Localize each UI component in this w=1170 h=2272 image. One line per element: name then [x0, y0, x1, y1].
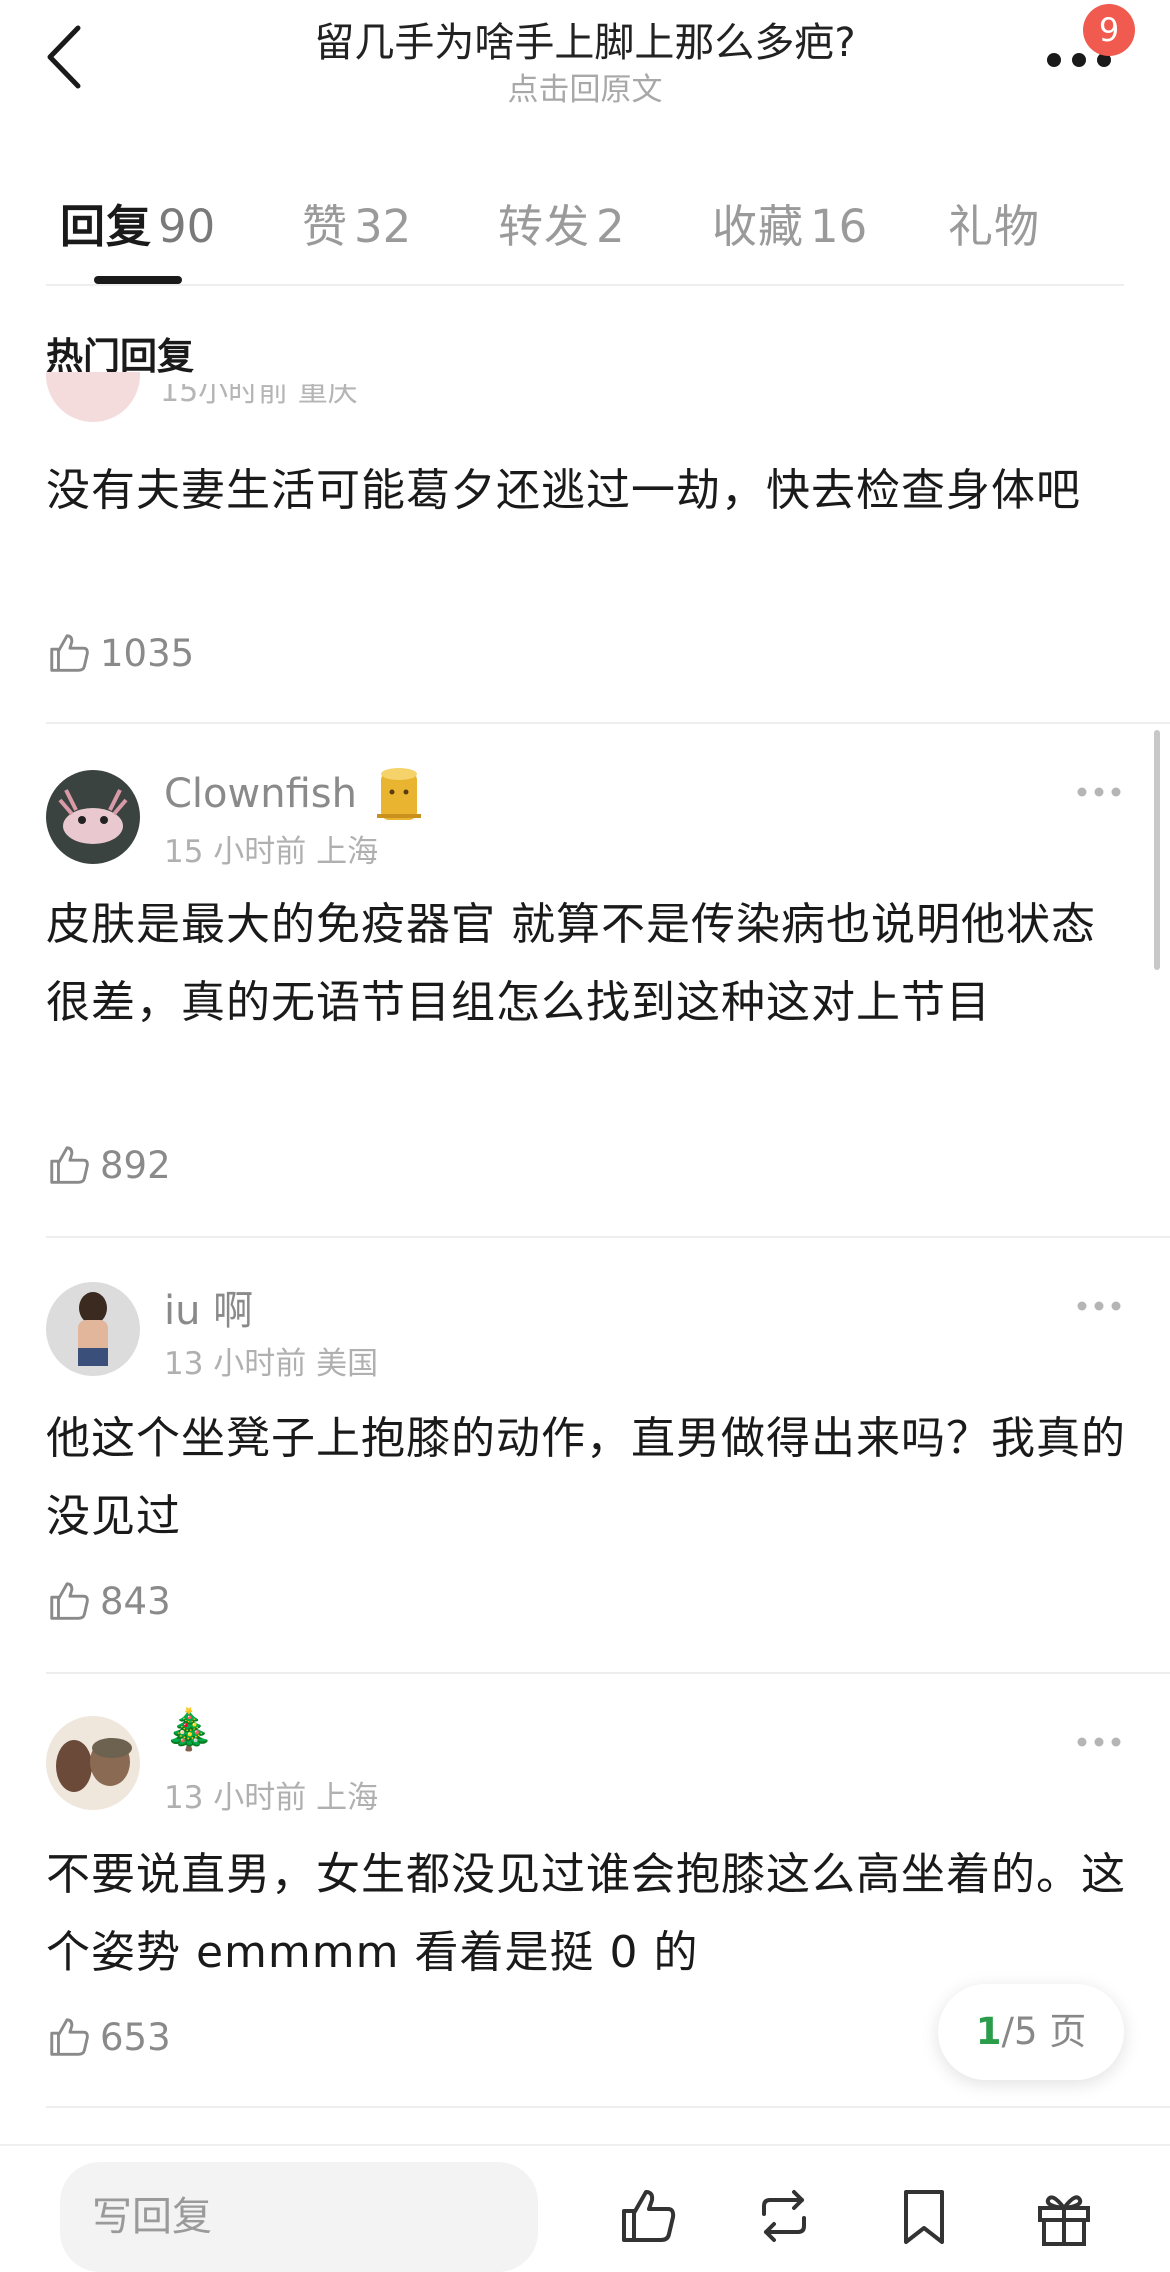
bookmark-icon[interactable]	[892, 2184, 956, 2248]
thumbs-up-icon	[50, 2018, 89, 2056]
username[interactable]: Clownfish	[164, 764, 427, 824]
page-indicator[interactable]: 1/5 页	[938, 1984, 1124, 2080]
like-button[interactable]: 653	[46, 2012, 171, 2062]
thumbs-up-icon	[50, 1582, 89, 1620]
comment-text: 皮肤是最大的免疫器官 就算不是传染病也说明他状态很差，真的无语节目组怎么找到这种…	[46, 899, 1096, 1028]
comment-divider	[46, 722, 1170, 724]
tab-reposts[interactable]: 转发 2	[498, 190, 625, 255]
back-to-original-link[interactable]: 点击回原文	[200, 64, 970, 109]
comment-meta: 15小时前 重庆	[160, 384, 358, 409]
like-button[interactable]: 1035	[46, 628, 194, 678]
comment-divider	[46, 2106, 1170, 2108]
comment-text: 不要说直男，女生都没见过谁会抱膝这么高坐着的。这个姿势 emmmm 看着是挺 0…	[46, 1849, 1126, 1978]
comment-meta: 13 小时前 上海	[164, 1780, 379, 1816]
comment-meta: 15 小时前 上海	[164, 834, 379, 870]
comment-more-icon[interactable]	[1076, 1296, 1122, 1316]
username[interactable]: 🎄	[164, 1706, 214, 1753]
notification-badge: 9	[1083, 4, 1135, 56]
tab-favorites[interactable]: 收藏 16	[712, 190, 867, 255]
active-tab-indicator	[94, 276, 182, 284]
comment-meta: 13 小时前 美国	[164, 1346, 379, 1382]
avatar[interactable]	[46, 770, 140, 864]
thumbs-up-icon	[50, 1146, 89, 1184]
comment-text: 他这个坐凳子上抱膝的动作，直男做得出来吗？我真的没见过	[46, 1413, 1126, 1542]
avatar[interactable]	[46, 1282, 140, 1376]
comment-divider	[46, 1672, 1170, 1674]
comment-divider	[46, 1236, 1170, 1238]
tabs-divider	[46, 284, 1124, 286]
stump-badge-icon	[376, 768, 421, 820]
comment-text: 没有夫妻生活可能葛夕还逃过一劫，快去检查身体吧	[46, 465, 1081, 516]
comment-more-icon[interactable]	[1076, 1732, 1122, 1752]
thumbs-up-icon	[50, 634, 89, 672]
like-button[interactable]: 892	[46, 1140, 171, 1190]
like-button[interactable]: 843	[46, 1576, 171, 1626]
post-title: 留几手为啥手上脚上那么多疤?	[314, 20, 856, 66]
repost-icon[interactable]	[752, 2184, 816, 2248]
reply-input[interactable]	[60, 2162, 538, 2272]
like-icon[interactable]	[616, 2184, 680, 2248]
gift-icon[interactable]	[1032, 2184, 1096, 2248]
avatar[interactable]	[46, 1716, 140, 1810]
back-icon[interactable]	[40, 22, 90, 92]
comment-more-icon[interactable]	[1076, 782, 1122, 802]
scrollbar[interactable]	[1154, 730, 1160, 970]
tab-replies[interactable]: 回复 90	[60, 190, 215, 255]
tab-likes[interactable]: 赞 32	[302, 190, 411, 255]
avatar[interactable]	[46, 372, 140, 430]
username[interactable]: iu 啊	[164, 1278, 253, 1336]
tab-gifts[interactable]: 礼物	[948, 190, 1040, 255]
